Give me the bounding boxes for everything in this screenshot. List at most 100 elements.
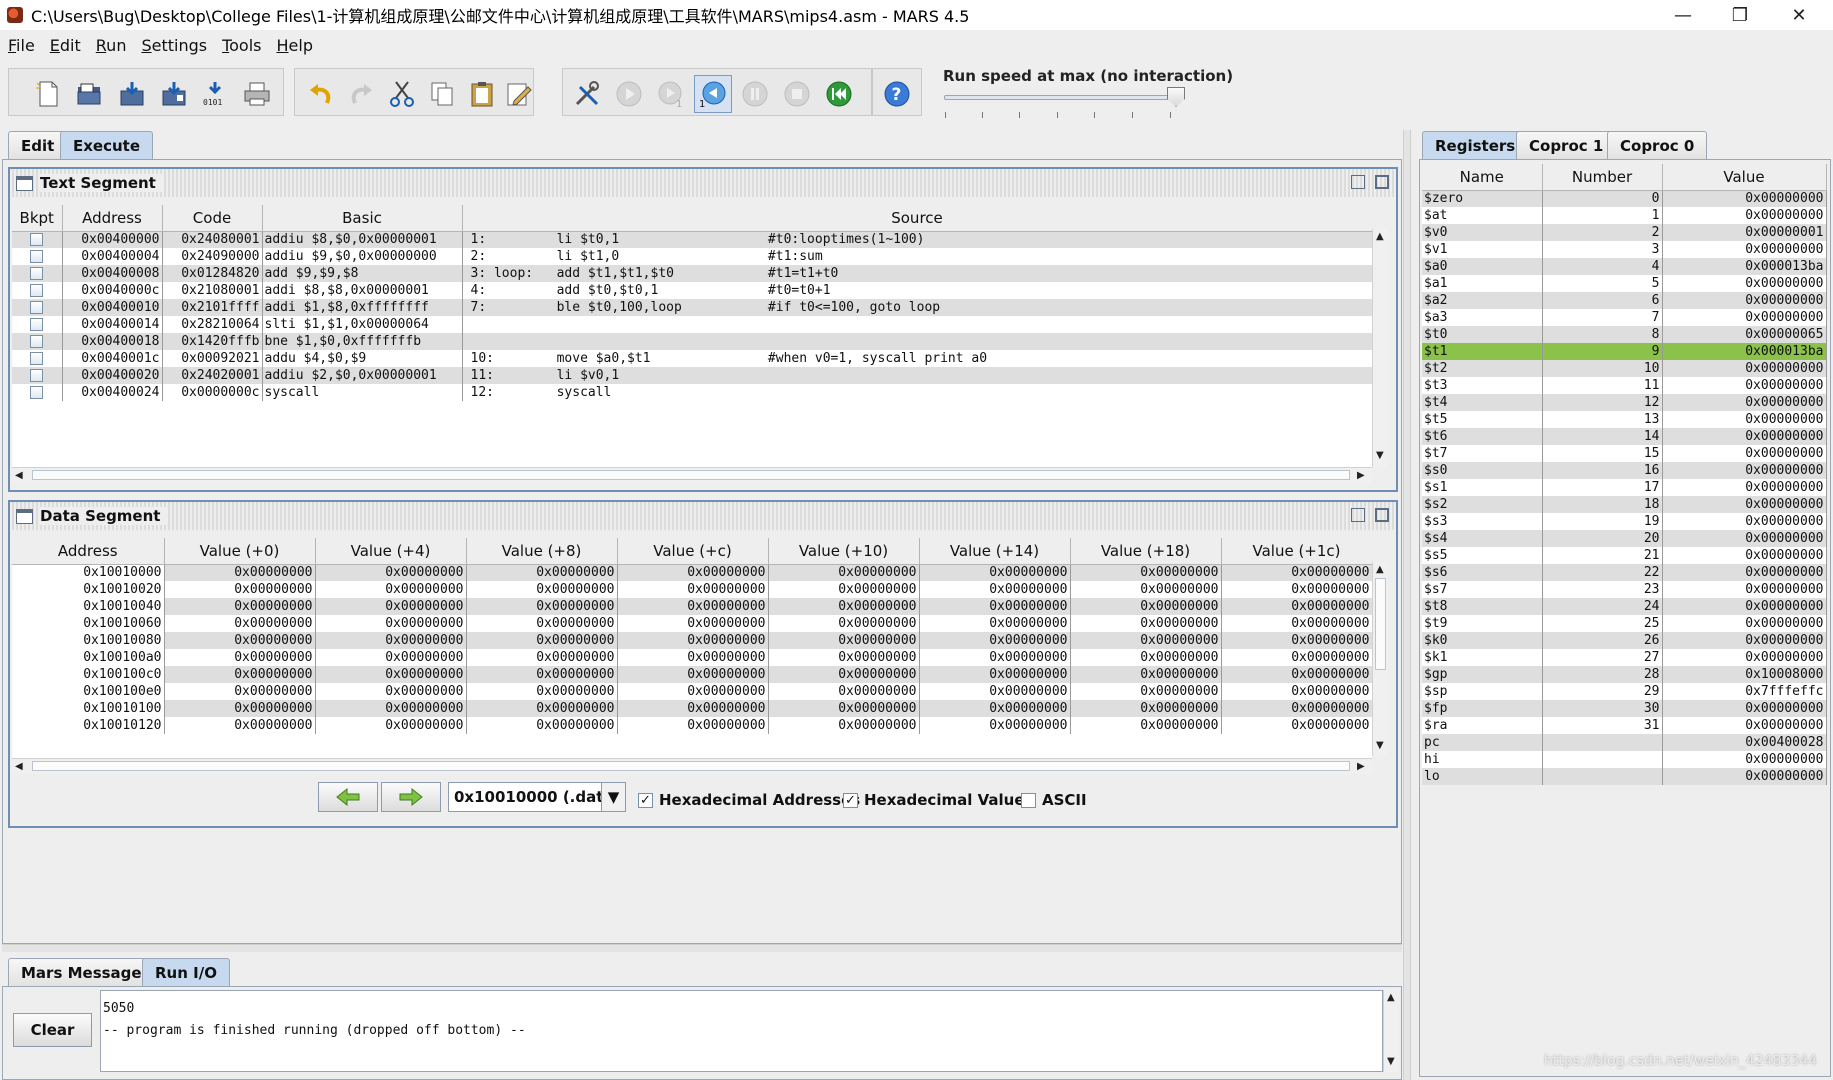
register-row[interactable]: $t8 24 0x00000000 bbox=[1422, 598, 1827, 615]
scroll-down-icon[interactable]: ▼ bbox=[1376, 450, 1384, 461]
register-row[interactable]: $s3 19 0x00000000 bbox=[1422, 513, 1827, 530]
register-row[interactable]: lo 0x00000000 bbox=[1422, 768, 1827, 785]
register-row[interactable]: $a1 5 0x00000000 bbox=[1422, 275, 1827, 292]
data-value-cell[interactable]: 0x00000000 bbox=[164, 615, 316, 632]
scroll-left-icon[interactable]: ◀ bbox=[15, 761, 23, 772]
data-value-cell[interactable]: 0x00000000 bbox=[1070, 581, 1222, 598]
data-value-cell[interactable]: 0x00000000 bbox=[768, 717, 920, 734]
register-row[interactable]: $sp 29 0x7fffeffc bbox=[1422, 683, 1827, 700]
pause-button[interactable] bbox=[736, 75, 774, 113]
register-row[interactable]: $zero 0 0x00000000 bbox=[1422, 190, 1827, 207]
data-column-header[interactable]: Value (+4) bbox=[315, 538, 467, 565]
table-row[interactable]: 0x00400010 0x2101ffff addi $1,$8,0xfffffff… bbox=[12, 299, 1372, 316]
table-row[interactable]: 0x10010020 0x00000000 0x00000000 0x00000000… bbox=[12, 581, 1372, 598]
data-value-cell[interactable]: 0x00000000 bbox=[466, 615, 618, 632]
register-row[interactable]: $s4 20 0x00000000 bbox=[1422, 530, 1827, 547]
restore-window-icon[interactable] bbox=[1351, 508, 1365, 522]
table-row[interactable]: 0x00400014 0x28210064 slti $1,$1,0x0000006… bbox=[12, 316, 1372, 333]
register-value-cell[interactable]: 0x00000000 bbox=[1662, 241, 1827, 258]
register-row[interactable]: $s2 18 0x00000000 bbox=[1422, 496, 1827, 513]
data-value-cell[interactable]: 0x00000000 bbox=[164, 700, 316, 717]
data-value-cell[interactable]: 0x00000000 bbox=[164, 632, 316, 649]
data-value-cell[interactable]: 0x00000000 bbox=[466, 564, 618, 581]
data-value-cell[interactable]: 0x00000000 bbox=[315, 683, 467, 700]
menu-edit[interactable]: Edit bbox=[50, 36, 81, 55]
data-value-cell[interactable]: 0x00000000 bbox=[617, 632, 769, 649]
maximize-window-icon[interactable] bbox=[1375, 508, 1389, 522]
scroll-left-icon[interactable]: ◀ bbox=[15, 470, 23, 481]
table-row[interactable]: 0x00400024 0x0000000c syscall 12: syscall bbox=[12, 384, 1372, 401]
breakpoint-checkbox[interactable] bbox=[30, 368, 44, 382]
register-value-cell[interactable]: 0x000013ba bbox=[1662, 343, 1827, 360]
data-value-cell[interactable]: 0x00000000 bbox=[1221, 717, 1372, 734]
breakpoint-cell[interactable] bbox=[12, 367, 63, 384]
register-value-cell[interactable]: 0x10008000 bbox=[1662, 666, 1827, 683]
maximize-button[interactable]: ❐ bbox=[1717, 0, 1763, 30]
open-button[interactable] bbox=[70, 75, 108, 113]
data-value-cell[interactable]: 0x00000000 bbox=[768, 666, 920, 683]
col-source[interactable]: Source bbox=[462, 205, 1372, 232]
data-segment-vertical-scrollbar[interactable]: ▲ ▼ bbox=[1372, 562, 1388, 756]
tab-edit[interactable]: Edit bbox=[8, 131, 68, 159]
data-column-header[interactable]: Value (+1c) bbox=[1221, 538, 1372, 565]
text-segment-horizontal-scrollbar[interactable]: ◀ ▶ bbox=[12, 467, 1372, 483]
table-row[interactable]: 0x00400000 0x24080001 addiu $8,$0,0x000000… bbox=[12, 231, 1372, 248]
scroll-down-icon[interactable]: ▼ bbox=[1387, 1056, 1395, 1067]
breakpoint-checkbox[interactable] bbox=[30, 385, 44, 399]
scroll-up-icon[interactable]: ▲ bbox=[1387, 992, 1395, 1003]
register-row[interactable]: hi 0x00000000 bbox=[1422, 751, 1827, 768]
register-row[interactable]: $gp 28 0x10008000 bbox=[1422, 666, 1827, 683]
table-row[interactable]: 0x00400008 0x01284820 add $9,$9,$8 3: loop:… bbox=[12, 265, 1372, 282]
scroll-down-icon[interactable]: ▼ bbox=[1376, 740, 1384, 751]
data-value-cell[interactable]: 0x00000000 bbox=[315, 649, 467, 666]
breakpoint-checkbox[interactable] bbox=[30, 300, 44, 314]
table-row[interactable]: 0x100100c0 0x00000000 0x00000000 0x00000000… bbox=[12, 666, 1372, 683]
register-value-cell[interactable]: 0x00000000 bbox=[1662, 394, 1827, 411]
next-segment-button[interactable] bbox=[381, 782, 441, 812]
minimize-button[interactable]: — bbox=[1660, 0, 1706, 30]
table-row[interactable]: 0x00400018 0x1420fffb bne $1,$0,0xfffffffb bbox=[12, 333, 1372, 350]
save-button[interactable] bbox=[113, 75, 151, 113]
tab-mars-messages[interactable]: Mars Messages bbox=[8, 958, 164, 986]
vertical-scroll-thumb[interactable] bbox=[1375, 578, 1386, 670]
close-button[interactable]: ✕ bbox=[1776, 0, 1822, 30]
register-value-cell[interactable]: 0x00000065 bbox=[1662, 326, 1827, 343]
data-value-cell[interactable]: 0x00000000 bbox=[466, 581, 618, 598]
register-row[interactable]: $s0 16 0x00000000 bbox=[1422, 462, 1827, 479]
register-row[interactable]: $a2 6 0x00000000 bbox=[1422, 292, 1827, 309]
table-row[interactable]: 0x10010060 0x00000000 0x00000000 0x00000000… bbox=[12, 615, 1372, 632]
register-value-cell[interactable]: 0x00000000 bbox=[1662, 292, 1827, 309]
data-value-cell[interactable]: 0x00000000 bbox=[466, 683, 618, 700]
data-value-cell[interactable]: 0x00000000 bbox=[164, 598, 316, 615]
breakpoint-checkbox[interactable] bbox=[30, 351, 44, 365]
tab-execute[interactable]: Execute bbox=[60, 131, 154, 159]
register-row[interactable]: $ra 31 0x00000000 bbox=[1422, 717, 1827, 734]
stop-button[interactable] bbox=[778, 75, 816, 113]
data-value-cell[interactable]: 0x00000000 bbox=[919, 683, 1071, 700]
run-speed-slider-track[interactable] bbox=[944, 95, 1176, 100]
data-value-cell[interactable]: 0x00000000 bbox=[315, 581, 467, 598]
data-value-cell[interactable]: 0x00000000 bbox=[617, 615, 769, 632]
register-value-cell[interactable]: 0x000013ba bbox=[1662, 258, 1827, 275]
register-value-cell[interactable]: 0x00000000 bbox=[1662, 513, 1827, 530]
register-value-cell[interactable]: 0x00000000 bbox=[1662, 564, 1827, 581]
data-value-cell[interactable]: 0x00000000 bbox=[1070, 615, 1222, 632]
data-value-cell[interactable]: 0x00000000 bbox=[1070, 564, 1222, 581]
register-value-cell[interactable]: 0x00000000 bbox=[1662, 190, 1827, 207]
table-row[interactable]: 0x10010120 0x00000000 0x00000000 0x00000000… bbox=[12, 717, 1372, 734]
register-value-cell[interactable]: 0x00000000 bbox=[1662, 207, 1827, 224]
register-value-cell[interactable]: 0x00000000 bbox=[1662, 479, 1827, 496]
data-value-cell[interactable]: 0x00000000 bbox=[1070, 649, 1222, 666]
data-value-cell[interactable]: 0x00000000 bbox=[1221, 649, 1372, 666]
new-file-button[interactable] bbox=[29, 75, 67, 113]
breakpoint-checkbox[interactable] bbox=[30, 283, 44, 297]
col-number[interactable]: Number bbox=[1542, 164, 1663, 191]
data-value-cell[interactable]: 0x00000000 bbox=[617, 564, 769, 581]
register-row[interactable]: $s6 22 0x00000000 bbox=[1422, 564, 1827, 581]
data-value-cell[interactable]: 0x00000000 bbox=[315, 564, 467, 581]
data-value-cell[interactable]: 0x00000000 bbox=[1221, 615, 1372, 632]
data-value-cell[interactable]: 0x00000000 bbox=[1221, 666, 1372, 683]
data-value-cell[interactable]: 0x00000000 bbox=[768, 598, 920, 615]
register-row[interactable]: $k1 27 0x00000000 bbox=[1422, 649, 1827, 666]
register-value-cell[interactable]: 0x00000000 bbox=[1662, 632, 1827, 649]
